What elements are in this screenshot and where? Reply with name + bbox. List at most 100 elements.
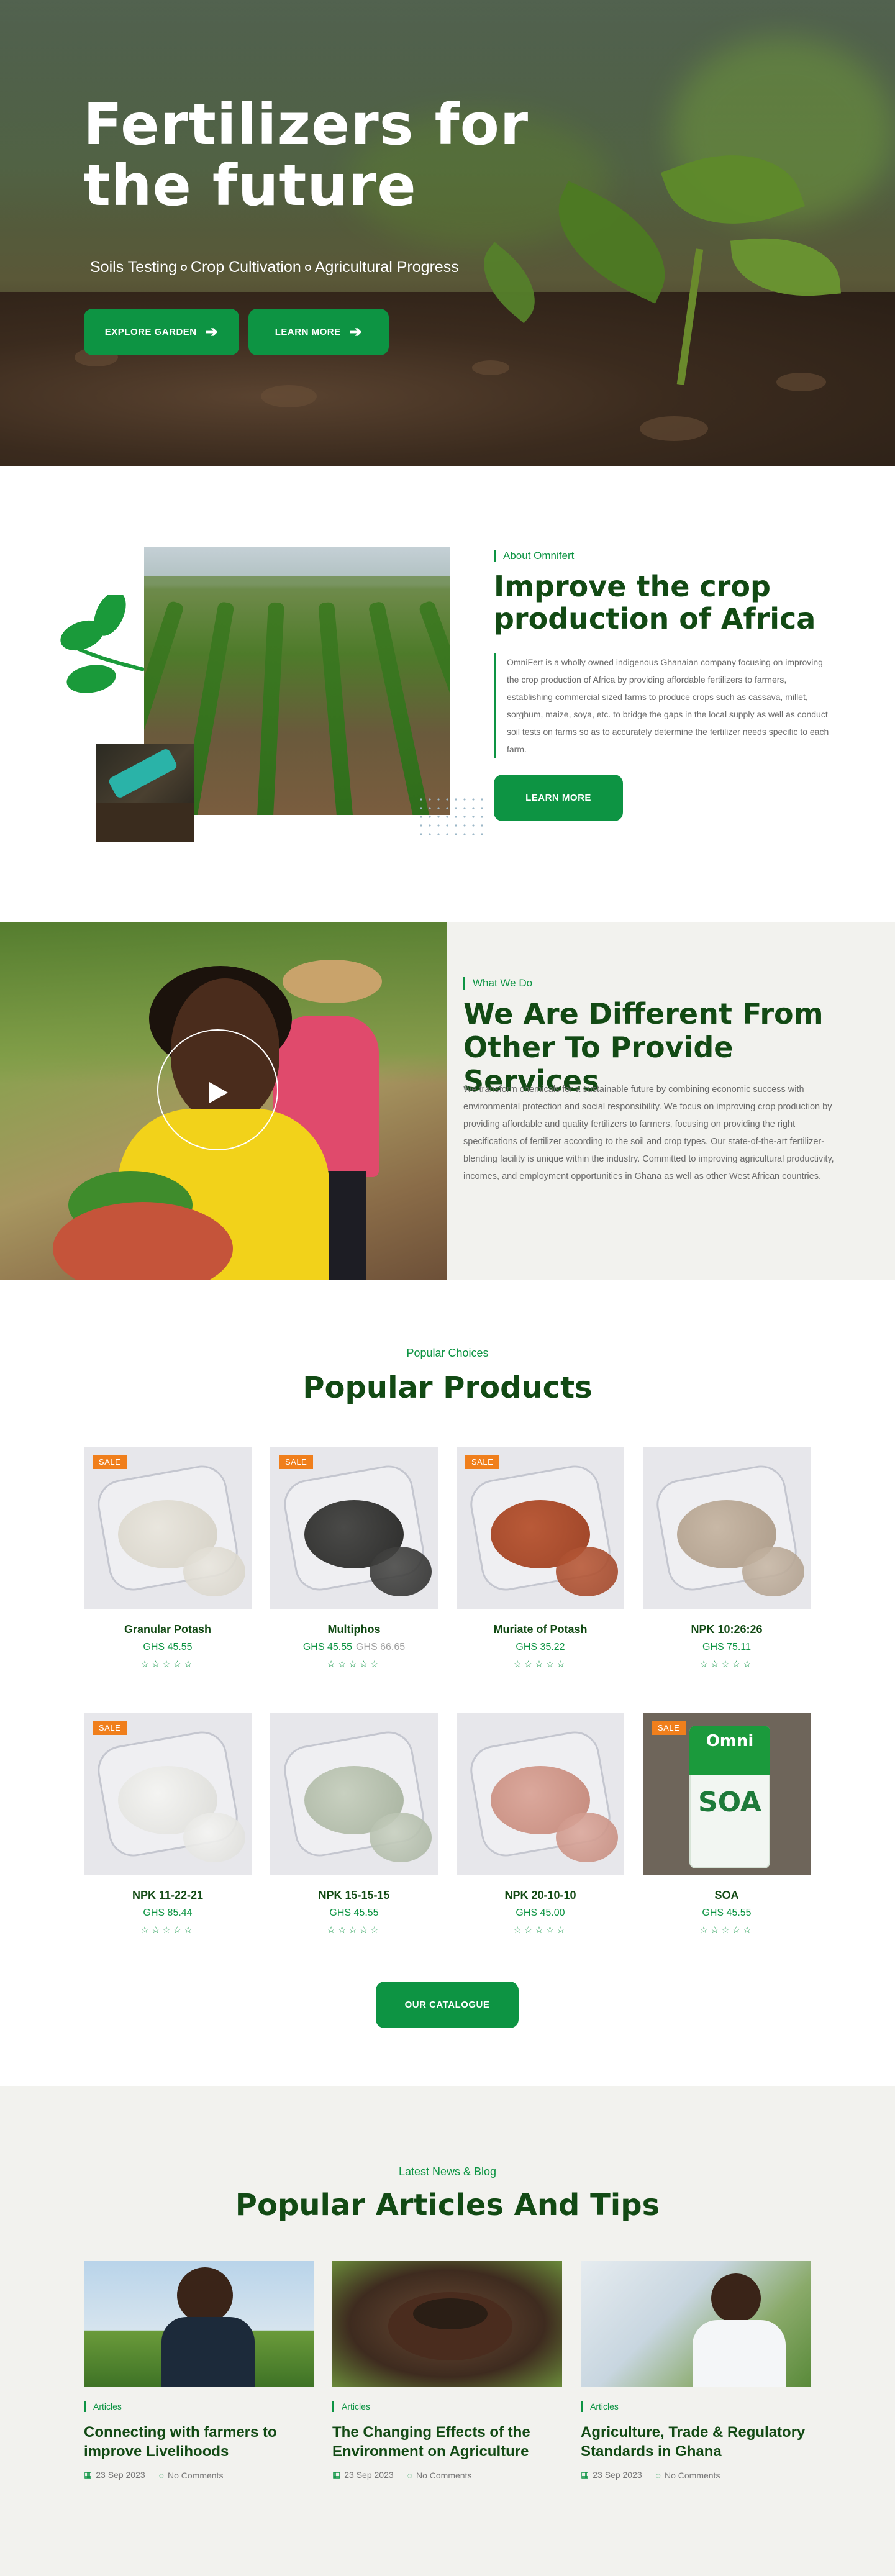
fertilizer-pile <box>370 1547 432 1596</box>
trowel <box>107 747 179 799</box>
product-card[interactable]: SALE Granular Potash GHS 45.55 ☆☆☆☆☆ <box>84 1447 252 1670</box>
article-card[interactable]: Articles Agriculture, Trade & Regulatory… <box>581 2261 811 2534</box>
article-meta: ▦ 23 Sep 2023 ◌ No Comments <box>84 2470 223 2480</box>
products-eyebrow: Popular Choices <box>406 1347 489 1359</box>
scientist-figure <box>711 2273 761 2323</box>
straw-hat <box>283 960 382 1003</box>
star-rating-icon: ☆☆☆☆☆ <box>140 1659 195 1670</box>
product-price: GHS 45.55 <box>643 1908 811 1919</box>
article-title[interactable]: The Changing Effects of the Environment … <box>332 2423 562 2461</box>
product-name[interactable]: Muriate of Potash <box>457 1623 624 1636</box>
dot-pattern-decoration <box>417 795 485 839</box>
product-price: GHS 45.55 <box>84 1642 252 1653</box>
article-date: ▦ 23 Sep 2023 <box>84 2470 145 2480</box>
product-image[interactable] <box>84 1713 252 1875</box>
product-name[interactable]: NPK 10:26:26 <box>643 1623 811 1636</box>
crop-row <box>255 602 284 815</box>
calendar-icon: ▦ <box>84 2470 93 2480</box>
product-image[interactable] <box>84 1447 252 1609</box>
article-card[interactable]: Articles The Changing Effects of the Env… <box>332 2261 562 2534</box>
product-card[interactable]: SALE Muriate of Potash GHS 35.22 ☆☆☆☆☆ <box>457 1447 624 1670</box>
article-title[interactable]: Agriculture, Trade & Regulatory Standard… <box>581 2423 811 2461</box>
product-card[interactable]: NPK 20-10-10 GHS 45.00 ☆☆☆☆☆ <box>457 1713 624 1936</box>
product-card[interactable]: SALE Multiphos GHS 45.55 GHS 66.65 ☆☆☆☆☆ <box>270 1447 438 1670</box>
fertilizer-pile <box>742 1547 804 1596</box>
star-rating-icon: ☆☆☆☆☆ <box>327 1925 381 1936</box>
comments-icon: ◌ <box>407 2470 412 2480</box>
article-meta: ▦ 23 Sep 2023 ◌ No Comments <box>332 2470 471 2480</box>
article-image[interactable] <box>581 2261 811 2387</box>
hero-subtitle-item: Crop Cultivation <box>190 258 301 276</box>
services-section: What We Do We Are Different From Other T… <box>0 922 895 1280</box>
article-meta: ▦ 23 Sep 2023 ◌ No Comments <box>581 2470 720 2480</box>
soil-clump <box>261 385 317 407</box>
article-card[interactable]: Articles Connecting with farmers to impr… <box>84 2261 314 2534</box>
product-image[interactable] <box>457 1713 624 1875</box>
fertilizer-pile <box>556 1813 618 1862</box>
learn-more-button[interactable]: LEARN MORE ➔ <box>248 309 389 355</box>
product-card[interactable]: NPK 15-15-15 GHS 45.55 ☆☆☆☆☆ <box>270 1713 438 1936</box>
product-name[interactable]: NPK 11-22-21 <box>84 1889 252 1902</box>
article-title[interactable]: Connecting with farmers to improve Livel… <box>84 2423 314 2461</box>
about-learn-more-button[interactable]: LEARN MORE <box>494 775 623 821</box>
fertilizer-pile <box>183 1547 245 1596</box>
star-rating-icon: ☆☆☆☆☆ <box>513 1659 568 1670</box>
farmer-shirt <box>161 2317 255 2387</box>
article-tag[interactable]: Articles <box>332 2401 370 2412</box>
article-comments-text: No Comments <box>167 2470 224 2480</box>
explore-garden-button[interactable]: EXPLORE GARDEN ➔ <box>84 309 239 355</box>
article-comments[interactable]: ◌ No Comments <box>407 2470 472 2480</box>
article-tag[interactable]: Articles <box>84 2401 122 2412</box>
article-image[interactable] <box>84 2261 314 2387</box>
article-comments[interactable]: ◌ No Comments <box>159 2470 224 2480</box>
product-name[interactable]: SOA <box>643 1889 811 1902</box>
our-catalogue-button[interactable]: OUR CATALOGUE <box>376 1982 519 2028</box>
blog-eyebrow: Latest News & Blog <box>398 2165 497 2178</box>
product-current-price: GHS 45.55 <box>702 1908 752 1918</box>
hero-subtitle-item: Agricultural Progress <box>314 258 459 276</box>
product-price: GHS 45.55 GHS 66.65 <box>270 1642 438 1653</box>
accent-bar <box>581 2401 583 2412</box>
article-date-text: 23 Sep 2023 <box>344 2470 394 2480</box>
crop-row <box>318 601 357 815</box>
services-eyebrow-text: What We Do <box>473 977 533 989</box>
sale-badge: SALE <box>465 1455 500 1469</box>
accent-bar <box>84 2401 86 2412</box>
article-image[interactable] <box>332 2261 562 2387</box>
product-image[interactable] <box>270 1447 438 1609</box>
article-tag-text: Articles <box>342 2401 370 2411</box>
play-icon[interactable] <box>209 1082 228 1103</box>
product-card[interactable]: SALE NPK 11-22-21 GHS 85.44 ☆☆☆☆☆ <box>84 1713 252 1936</box>
product-current-price: GHS 85.44 <box>143 1908 193 1918</box>
product-image[interactable]: Omni SOA <box>643 1713 811 1875</box>
product-name[interactable]: Multiphos <box>270 1623 438 1636</box>
garden-tool-image <box>96 744 194 842</box>
product-image[interactable] <box>270 1713 438 1875</box>
product-card[interactable]: Omni SOA SALE SOA GHS 45.55 ☆☆☆☆☆ <box>643 1713 811 1936</box>
fertilizer-pile <box>183 1813 245 1862</box>
article-tag-text: Articles <box>93 2401 122 2411</box>
article-comments-text: No Comments <box>664 2470 720 2480</box>
product-name[interactable]: NPK 20-10-10 <box>457 1889 624 1902</box>
product-current-price: GHS 75.11 <box>702 1642 751 1652</box>
product-name[interactable]: Granular Potash <box>84 1623 252 1636</box>
hero-title: Fertilizers for the future <box>83 91 529 219</box>
product-image[interactable] <box>643 1447 811 1609</box>
article-date: ▦ 23 Sep 2023 <box>581 2470 642 2480</box>
article-date-text: 23 Sep 2023 <box>96 2470 145 2480</box>
bag-brand-text: Omni <box>706 1732 754 1750</box>
product-current-price: GHS 35.22 <box>516 1642 565 1652</box>
learn-more-label: LEARN MORE <box>275 327 341 337</box>
article-date: ▦ 23 Sep 2023 <box>332 2470 394 2480</box>
product-card[interactable]: NPK 10:26:26 GHS 75.11 ☆☆☆☆☆ <box>643 1447 811 1670</box>
soil-clump <box>472 360 509 375</box>
product-name[interactable]: NPK 15-15-15 <box>270 1889 438 1902</box>
fertilizer-pile <box>370 1813 432 1862</box>
sale-badge: SALE <box>93 1455 127 1469</box>
product-current-price: GHS 45.55 <box>329 1908 379 1918</box>
article-comments[interactable]: ◌ No Comments <box>656 2470 720 2480</box>
product-image[interactable] <box>457 1447 624 1609</box>
farmers-video-thumbnail[interactable] <box>0 922 447 1280</box>
article-tag[interactable]: Articles <box>581 2401 619 2412</box>
product-price: GHS 45.00 <box>457 1908 624 1919</box>
